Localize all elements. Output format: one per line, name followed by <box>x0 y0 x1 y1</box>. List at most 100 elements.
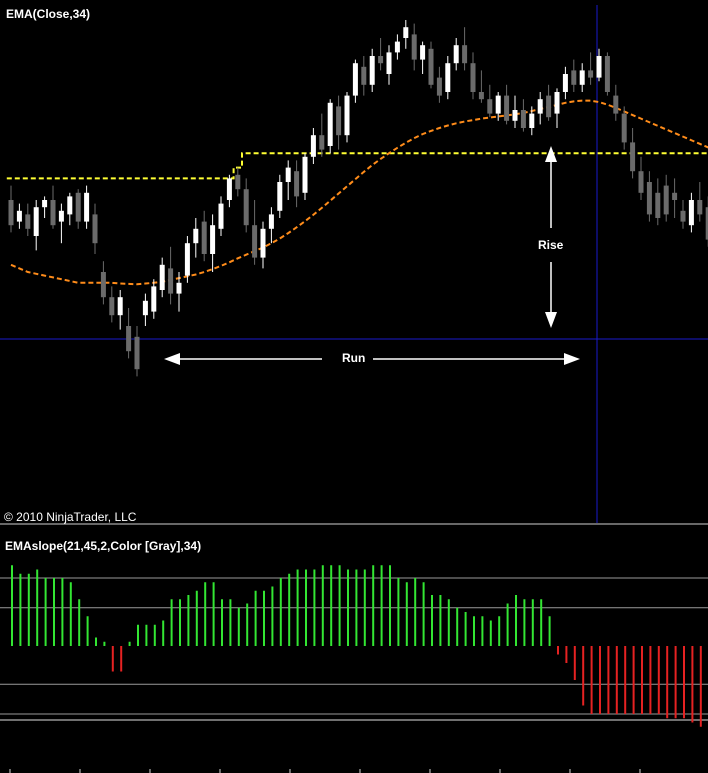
candle-body <box>680 210 686 222</box>
candle-body <box>100 272 106 298</box>
candle <box>512 95 518 128</box>
candle <box>92 203 98 254</box>
candle <box>42 196 48 218</box>
candle <box>436 66 442 103</box>
candle <box>630 128 636 179</box>
candle-body <box>42 200 48 208</box>
candle <box>16 203 22 229</box>
candle <box>453 38 459 71</box>
candle-body <box>126 326 132 352</box>
candle-body <box>369 56 375 85</box>
candle-body <box>352 63 358 96</box>
highest-high-line <box>6 152 708 180</box>
candle-body <box>159 264 165 290</box>
candle-body <box>630 142 636 172</box>
candle <box>352 59 358 103</box>
candle-body <box>319 135 325 150</box>
candle <box>588 52 594 85</box>
candle-body <box>386 52 392 74</box>
candle <box>546 84 552 121</box>
candle <box>319 113 325 157</box>
candle <box>386 45 392 85</box>
candle-body <box>621 113 627 143</box>
price-panel <box>0 5 708 523</box>
candle <box>25 203 31 236</box>
candle-body <box>67 196 73 215</box>
candle <box>327 99 333 154</box>
candle-body <box>226 178 232 200</box>
candle <box>294 160 300 208</box>
candle-body <box>420 45 426 60</box>
candle-body <box>151 286 157 312</box>
candle-body <box>344 95 350 136</box>
candle-body <box>529 113 535 128</box>
candle <box>109 286 115 323</box>
candle <box>655 178 661 226</box>
candle <box>67 192 73 226</box>
candle <box>268 207 274 244</box>
candle-body <box>327 102 333 146</box>
candle-body <box>92 214 98 244</box>
ema-line <box>10 99 708 286</box>
candle <box>403 20 409 49</box>
candle-body <box>403 27 409 38</box>
candle-body <box>428 48 434 85</box>
candle <box>638 156 644 200</box>
candle-body <box>663 185 669 215</box>
candle <box>302 153 308 200</box>
candle-body <box>8 200 14 226</box>
candle <box>420 41 426 74</box>
candle-body <box>588 70 594 78</box>
rise-arrowhead-up <box>545 146 557 162</box>
candle-body <box>478 92 484 100</box>
candle-body <box>361 66 367 85</box>
candle-body <box>504 95 510 121</box>
candle <box>688 192 694 233</box>
candle <box>487 84 493 118</box>
candle-body <box>109 297 115 316</box>
candle <box>445 56 451 100</box>
candle <box>369 48 375 92</box>
candle-body <box>142 300 148 316</box>
candle-body <box>50 200 56 226</box>
candle-body <box>378 56 384 64</box>
candle <box>604 52 610 96</box>
candle-body <box>394 41 400 53</box>
candle-body <box>310 135 316 157</box>
candle <box>210 214 216 272</box>
candle-body <box>579 70 585 85</box>
candle <box>235 167 241 197</box>
candle-body <box>134 336 140 370</box>
candle <box>159 257 165 298</box>
candle <box>361 56 367 96</box>
candle-body <box>604 56 610 92</box>
candle-body <box>646 182 652 215</box>
candle <box>520 99 526 132</box>
candle <box>478 70 484 103</box>
candle-body <box>487 99 493 114</box>
candle <box>336 95 342 150</box>
candle-body <box>554 92 560 114</box>
candle <box>151 279 157 319</box>
candle-body <box>688 200 694 226</box>
candle <box>168 246 174 305</box>
run-arrowhead-right <box>564 353 580 365</box>
candle <box>117 290 123 330</box>
candle-body <box>58 210 64 222</box>
candle-body <box>33 207 39 236</box>
candle <box>613 84 619 121</box>
candle-body <box>462 45 468 64</box>
candle <box>277 174 283 218</box>
candle-body <box>546 95 552 118</box>
candle <box>8 185 14 233</box>
rise-arrowhead-down <box>545 312 557 328</box>
candle-body <box>613 95 619 114</box>
candle-body <box>277 182 283 211</box>
candle <box>537 92 543 125</box>
candle <box>84 185 90 229</box>
candle <box>394 34 400 60</box>
chart-window: EMA(Close,34) © 2010 NinjaTrader, LLC EM… <box>0 0 708 773</box>
candle-body <box>470 63 476 92</box>
slope-panel <box>0 523 708 773</box>
candle-body <box>25 214 31 229</box>
